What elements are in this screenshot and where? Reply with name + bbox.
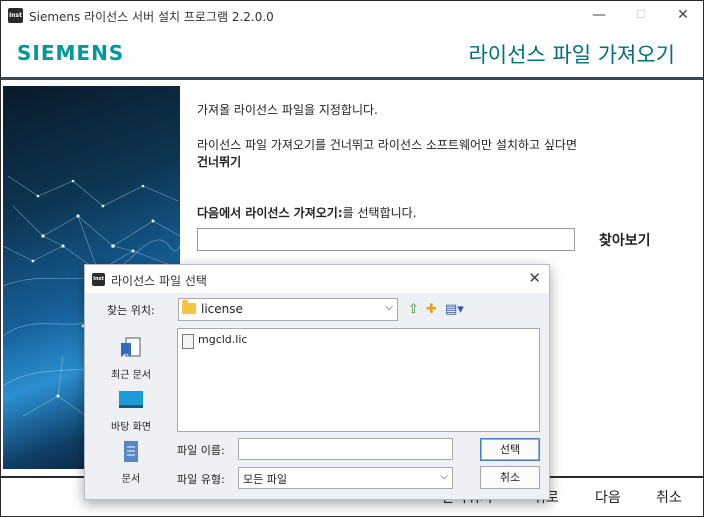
desktop-icon [119,391,143,408]
siemens-logo: SIEMENS [17,41,125,65]
dialog-cancel-button[interactable]: 취소 [480,466,540,489]
header-divider [1,77,703,80]
place-desktop[interactable]: 바탕 화면 [93,389,169,433]
skip-emphasis: 건너뛰기 [197,155,242,169]
page-title: 라이선스 파일 가져오기 [468,43,675,67]
import-suffix: 를 선택합니다. [342,206,417,220]
place-label: 최근 문서 [111,370,151,381]
file-type-value: 모든 파일 [243,473,287,486]
open-button[interactable]: 선택 [480,438,540,461]
window-title: Siemens 라이선스 서버 설치 프로그램 2.2.0.0 [29,10,274,24]
import-instruction: 다음에서 라이선스 가져오기:를 선택합니다. [197,204,417,221]
view-menu-icon[interactable]: ▤▾ [445,302,464,317]
maximize-button[interactable]: ☐ [621,3,661,27]
file-chooser-dialog: Inst 라이선스 파일 선택 ✕ 찾는 위치: license ⌵ ⇧ ✚ ▤… [84,264,550,500]
close-button[interactable]: ✕ [663,3,703,27]
file-type-select[interactable]: 모든 파일 ⌵ [238,467,453,489]
chevron-down-icon: ⌵ [440,471,448,482]
place-documents[interactable]: 문서 [93,441,169,485]
folder-icon [182,300,196,314]
license-path-input[interactable] [197,228,575,251]
instruction-text: 가져올 라이선스 파일을 지정합니다. [197,103,378,117]
file-name-label: 파일 이름: [177,444,225,457]
up-folder-icon[interactable]: ⇧ [408,302,419,317]
minimize-button[interactable]: — [579,3,619,27]
place-label: 바탕 화면 [111,422,151,433]
file-name: mgcld.lic [198,333,248,346]
dialog-app-icon: Inst [92,273,105,286]
look-in-value: license [201,302,243,316]
file-name-input[interactable] [238,438,453,460]
next-button[interactable]: 다음 [595,487,621,507]
dialog-close-icon[interactable]: ✕ [528,269,541,287]
title-bar: Inst Siemens 라이선스 서버 설치 프로그램 2.2.0.0 — ☐… [1,1,703,29]
dialog-title-bar: Inst 라이선스 파일 선택 ✕ [85,265,549,293]
recent-documents-icon [121,337,141,357]
cancel-button[interactable]: 취소 [656,487,682,507]
place-recent-documents[interactable]: 최근 문서 [93,337,169,381]
documents-icon [124,441,138,462]
import-prefix: 다음에서 라이선스 가져오기: [197,206,343,220]
file-list[interactable]: mgcld.lic [177,328,540,432]
new-folder-icon[interactable]: ✚ [426,302,437,317]
skip-explanation: 라이선스 파일 가져오기를 건너뛰고 라이선스 소프트웨어만 설치하고 싶다면 [197,138,577,152]
places-bar: 최근 문서 바탕 화면 문서 [93,327,169,487]
app-icon: Inst [8,8,23,23]
chevron-down-icon: ⌵ [385,302,393,313]
file-icon [182,334,194,349]
look-in-dropdown[interactable]: license ⌵ [178,298,398,321]
place-label: 문서 [121,474,141,485]
browse-button[interactable]: 찾아보기 [599,230,651,250]
dialog-title: 라이선스 파일 선택 [111,274,207,288]
file-type-label: 파일 유형: [177,473,225,486]
header: SIEMENS 라이선스 파일 가져오기 [1,29,703,77]
look-in-label: 찾는 위치: [107,304,155,317]
